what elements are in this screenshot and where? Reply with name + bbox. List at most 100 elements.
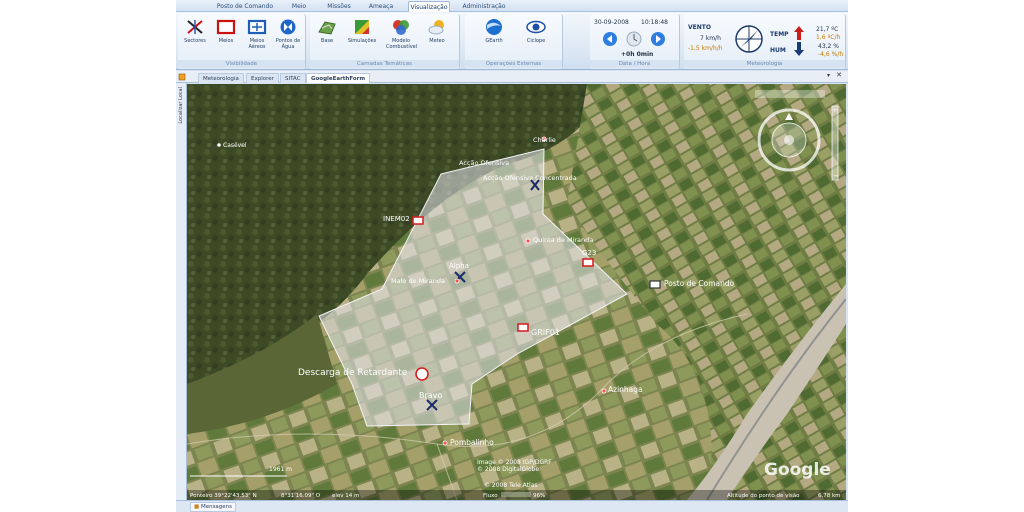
elevation-readout: elev 14 m bbox=[332, 493, 359, 499]
label-accao-ofensiva: Acção Ofensiva bbox=[459, 159, 509, 167]
label-accao-concentrada: Acção Ofensiva Concentrada bbox=[483, 174, 577, 182]
sectores-button[interactable]: Sectores bbox=[180, 18, 210, 44]
group-data-hora: 30-09-2008 10:18:48 +0h 0min Data / Hora bbox=[590, 14, 680, 69]
base-label: Base bbox=[320, 38, 334, 44]
base-button[interactable]: Base bbox=[312, 18, 342, 44]
vento-speed: 7 km/h bbox=[700, 35, 721, 42]
marker-quinta-miranda[interactable]: Quinta de Miranda bbox=[525, 236, 593, 244]
label-inem02: INEM02 bbox=[383, 215, 410, 223]
temp-up-arrow-icon bbox=[794, 26, 804, 40]
tab-dropdown-icon[interactable]: ▾ bbox=[827, 72, 830, 79]
doc-tab-sitac[interactable]: SITAC bbox=[280, 73, 306, 83]
sectores-icon bbox=[187, 20, 203, 34]
hum-delta: -4,6 %/h bbox=[818, 51, 844, 58]
label-casevel: Casével bbox=[223, 142, 247, 149]
time-controls bbox=[603, 31, 665, 47]
inem02-vehicle-icon[interactable] bbox=[412, 216, 424, 225]
time-offset: +0h 0min bbox=[621, 51, 654, 58]
group-meteorologia: VENTO 7 km/h -1,5 km/h/h TEMP 21,7 ºC 1,… bbox=[684, 14, 846, 69]
copyright-digitalglobe: © 2008 DigitalGlobe bbox=[477, 466, 539, 473]
fluxo-value: 96% bbox=[533, 493, 545, 499]
meteo-button[interactable]: Meteo bbox=[422, 18, 452, 44]
group-data-hora-label: Data / Hora bbox=[590, 60, 679, 68]
label-quinta-miranda: Quinta de Miranda bbox=[533, 236, 593, 244]
vento-delta: -1,5 km/h/h bbox=[688, 45, 723, 52]
mensagens-tab[interactable]: ■ Mensagens bbox=[190, 502, 237, 512]
label-descarga-retardante: Descarga de Retardante bbox=[298, 368, 408, 378]
tab-posto-comando[interactable]: Posto de Comando bbox=[216, 1, 274, 12]
hum-down-arrow-icon bbox=[794, 42, 804, 56]
pointer-longitude: 8°31'16.09" O bbox=[281, 493, 321, 499]
grif01-vehicle-icon[interactable] bbox=[517, 323, 529, 332]
marker-charlie[interactable]: Charlie bbox=[533, 136, 556, 144]
zoom-out-icon[interactable]: − bbox=[833, 172, 839, 180]
pontos-agua-label: Pontos de Água bbox=[275, 38, 301, 50]
label-posto-comando: Posto de Comando bbox=[664, 279, 735, 288]
meios-aereos-button[interactable]: Meios Aéreos bbox=[242, 18, 272, 50]
google-earth-view[interactable]: Casével Charlie Acção Ofensiva Acção Ofe… bbox=[187, 84, 846, 500]
label-grif01: GRIF01 bbox=[531, 328, 560, 337]
simulacoes-label: Simulações bbox=[347, 38, 377, 44]
tab-ameaca[interactable]: Ameaça bbox=[366, 1, 396, 12]
group-meteorologia-label: Meteorologia bbox=[684, 60, 845, 68]
label-g23: G23 bbox=[582, 249, 596, 257]
tilt-controls[interactable] bbox=[755, 90, 825, 98]
modelo-combustivel-icon bbox=[393, 20, 409, 35]
label-azinhaga: Azinhaga bbox=[608, 385, 643, 394]
gearth-globe-icon bbox=[486, 19, 502, 35]
zoom-in-icon[interactable]: + bbox=[832, 106, 838, 114]
mensagens-icon: ■ bbox=[194, 504, 200, 510]
document-tab-strip: Meteorologia Explorer SITAC GoogleEarthF… bbox=[176, 71, 848, 83]
meios-aereos-label: Meios Aéreos bbox=[248, 38, 266, 50]
vento-label: VENTO bbox=[688, 24, 711, 31]
base-layer-icon bbox=[318, 21, 336, 35]
gearth-button[interactable]: GEarth bbox=[479, 18, 509, 44]
pointer-latitude: Ponteiro 39°22'43.53" N bbox=[190, 493, 257, 499]
label-alpha: Alpha bbox=[449, 262, 469, 270]
side-panel-label[interactable]: Localizar Local bbox=[178, 87, 184, 124]
group-visibilidade: Sectores Meios Meios Aéreos Pontos de Ág… bbox=[178, 14, 306, 69]
modelo-combustivel-button[interactable]: Modelo Combustível bbox=[386, 18, 418, 50]
google-logo: Google bbox=[764, 460, 831, 480]
group-camadas-label: Camadas Temáticas bbox=[310, 60, 459, 68]
simulacoes-icon bbox=[355, 20, 369, 34]
tab-missoes[interactable]: Missões bbox=[324, 1, 354, 12]
marker-azinhaga[interactable]: Azinhaga bbox=[601, 385, 643, 394]
ciclope-eye-icon bbox=[526, 20, 546, 34]
doc-tab-explorer[interactable]: Explorer bbox=[246, 73, 279, 83]
group-operacoes-label: Operações Externas bbox=[465, 60, 562, 68]
meteo-label: Meteo bbox=[429, 38, 445, 44]
pontos-agua-button[interactable]: Pontos de Água bbox=[273, 18, 303, 50]
label-bravo: Bravo bbox=[419, 391, 442, 400]
meteo-icon bbox=[428, 20, 444, 35]
tab-visualizacao[interactable]: Visualização bbox=[408, 1, 450, 12]
marker-pombalinho[interactable]: Pombalinho bbox=[442, 438, 494, 447]
posto-comando-icon[interactable] bbox=[649, 280, 661, 289]
temp-value: 21,7 ºC bbox=[816, 26, 839, 33]
hum-value: 43,2 % bbox=[818, 43, 839, 50]
status-bar: ■ Mensagens bbox=[176, 500, 848, 512]
doc-tab-googleearthform[interactable]: GoogleEarthForm bbox=[306, 73, 371, 83]
copyright-igp: Image © 2008 IGP/DGRF bbox=[477, 459, 552, 466]
copyright-teleatlas: © 2008 Tele Atlas bbox=[484, 482, 538, 489]
g23-vehicle-icon[interactable] bbox=[582, 258, 594, 267]
ciclope-button[interactable]: Ciclope bbox=[521, 18, 551, 44]
close-tab-icon[interactable]: ✕ bbox=[836, 71, 842, 79]
ribbon: Sectores Meios Meios Aéreos Pontos de Ág… bbox=[176, 12, 848, 70]
simulacoes-button[interactable]: Simulações bbox=[347, 18, 377, 44]
ciclope-label: Ciclope bbox=[526, 38, 546, 44]
panel-pin-icon[interactable] bbox=[178, 73, 186, 81]
fluxo-label: Fluxo bbox=[483, 493, 498, 499]
tab-administracao[interactable]: Administração bbox=[462, 1, 506, 12]
group-visibilidade-label: Visibilidade bbox=[178, 60, 305, 68]
meios-aereos-icon bbox=[247, 19, 267, 35]
label-pombalinho: Pombalinho bbox=[450, 438, 494, 447]
altitude-label: Altitude do ponto de visão bbox=[727, 493, 800, 499]
doc-tab-meteorologia[interactable]: Meteorologia bbox=[198, 73, 244, 83]
zoom-slider[interactable]: + − bbox=[831, 105, 839, 181]
modelo-combustivel-label: Modelo Combustível bbox=[386, 38, 418, 50]
descarga-retardante-icon[interactable] bbox=[415, 367, 429, 381]
ribbon-tab-bar: Posto de Comando Meio Missões Ameaça Vis… bbox=[176, 0, 848, 12]
meios-button[interactable]: Meios bbox=[211, 18, 241, 44]
tab-meio[interactable]: Meio bbox=[286, 1, 312, 12]
